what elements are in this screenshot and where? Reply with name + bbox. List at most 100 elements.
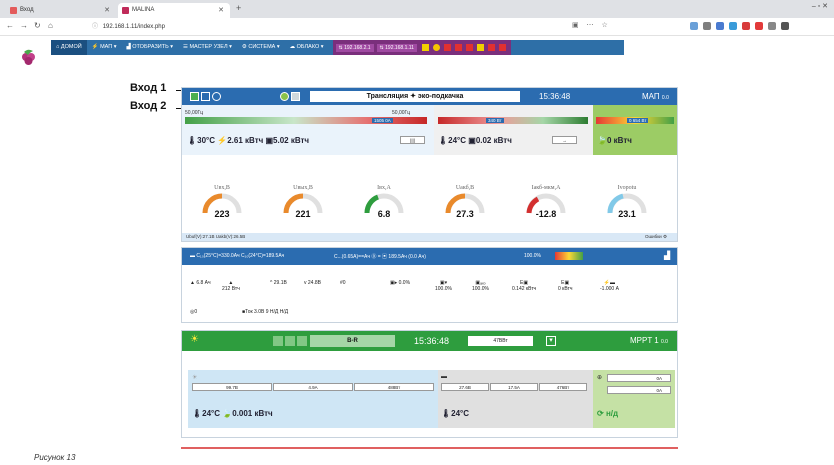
- mppt-mid-panel: [438, 370, 593, 428]
- forward-icon[interactable]: →: [20, 21, 28, 30]
- menu-master-node[interactable]: ☰ МАСТЕР УЗЕЛ ▾: [178, 40, 237, 55]
- status-sun-icon: [432, 44, 440, 51]
- device-label: МАП: [642, 92, 660, 101]
- value: 0.142 кВтч: [512, 286, 537, 292]
- bat-in: E▣ 0.142 кВтч: [512, 280, 537, 292]
- extension-icon[interactable]: [690, 22, 698, 30]
- mppt-left-panel: [188, 370, 438, 428]
- gauge-value: -12.8: [535, 209, 557, 219]
- url-text: 192.168.1.11/index.php: [102, 24, 165, 30]
- menu-system[interactable]: ⚙ СИСТЕМА ▾: [237, 40, 285, 55]
- home-icon[interactable]: ⌂: [48, 21, 53, 30]
- reload-icon[interactable]: ↻: [34, 21, 41, 30]
- errors-label[interactable]: Ошибки ⚙: [645, 233, 667, 241]
- ip-button-2[interactable]: ⇅ 192.168.1.11: [376, 43, 417, 52]
- gauge-iakb: Iакб-мкм,А -12.8: [524, 185, 568, 225]
- map-device: МАП 0.0: [642, 92, 669, 101]
- extension-icon[interactable]: [729, 22, 737, 30]
- ip-label: 192.168.1.11: [385, 44, 414, 51]
- green-panel: [593, 105, 677, 155]
- extension-icon[interactable]: [716, 22, 724, 30]
- device-sub: 0.0: [661, 95, 669, 101]
- extension-icon[interactable]: [781, 22, 789, 30]
- extension-icon[interactable]: [768, 22, 776, 30]
- mppt-energy-left: 🌡24°С 🍃0.001 кВтч: [192, 409, 273, 418]
- main-menu: ⌂ ДОМОЙ ⚡ МАП ▾ ▟ ОТОБРАЗИТЬ ▾ ☰ МАСТЕР …: [51, 40, 624, 55]
- ip-status-group: ⇅ 192.168.2.1 ⇅ 192.168.1.11: [332, 40, 511, 55]
- mppt-card-header: ☀ B-R 15:36:48 47ВВт ▾ MPPT 1 0.0: [182, 331, 677, 351]
- mppt-time: 15:36:48: [414, 336, 450, 346]
- extension-icon[interactable]: [703, 22, 711, 30]
- out-voltage: 27.6В: [441, 383, 489, 391]
- window-controls[interactable]: – ▫ ✕: [812, 2, 828, 10]
- gauge-value: 23.1: [618, 209, 636, 219]
- url-field[interactable]: ⓘ 192.168.1.11/index.php: [92, 21, 622, 33]
- pv-current: 4.9А: [273, 383, 353, 391]
- ip-label: 192.168.2.1: [344, 44, 371, 51]
- menu-display[interactable]: ▟ ОТОБРАЗИТЬ ▾: [122, 40, 178, 55]
- dropdown-icon[interactable]: ▾: [546, 336, 556, 346]
- status-red-icon: [454, 44, 462, 51]
- ip-button-1[interactable]: ⇅ 192.168.2.1: [335, 43, 374, 52]
- bat-wh: ▲ 212 Втч: [222, 280, 240, 292]
- new-tab-button[interactable]: +: [236, 3, 241, 13]
- errors-text: Ошибки: [645, 234, 662, 239]
- load-current-1: 0А: [607, 374, 671, 382]
- value: 6.8 Ач: [196, 280, 211, 286]
- input-2-icon[interactable]: [201, 92, 210, 101]
- menu-home-label: ДОМОЙ: [60, 44, 82, 50]
- energy-value: 5.02 кВтч: [273, 136, 310, 145]
- value: 212 Втч: [222, 286, 240, 292]
- gauge-value: 223: [214, 209, 230, 219]
- energy-row-left: 🌡30°С ⚡2.61 кВтч ▣5.02 кВтч: [187, 136, 310, 145]
- bat-umin: v 24.8В: [304, 280, 321, 286]
- settings-icon[interactable]: [212, 92, 221, 101]
- bat-soc: ▣ₐₓₒ 100.0%: [472, 280, 489, 292]
- divider: [181, 447, 678, 449]
- browser-tab-bar: Вход ✕ MALINA ✕ + – ▫ ✕: [0, 0, 834, 18]
- extension-icon[interactable]: [742, 22, 750, 30]
- bat-umax: ^ 29.1В: [270, 280, 287, 286]
- menu-home[interactable]: ⌂ ДОМОЙ: [51, 40, 87, 55]
- out-power: 476Вт: [539, 383, 587, 391]
- temp-value: 30°С: [197, 136, 216, 145]
- strip-text: Ubuf(V):27.1В Uakb(V):26.5В: [186, 234, 246, 239]
- mode-square[interactable]: [297, 336, 307, 346]
- mode-square[interactable]: [285, 336, 295, 346]
- input-1-icon[interactable]: [190, 92, 199, 101]
- menu-map[interactable]: ⚡ МАП ▾: [87, 40, 122, 55]
- battery-card: ▬ C₁₀(25°C)=330.0Ач C₁₀(24°C)=189.5Ач C.…: [181, 247, 678, 323]
- tab-title: Вход: [20, 7, 34, 13]
- energy-row-center: 🌡24°С ▣0.02 кВтч: [438, 136, 512, 145]
- energy-value: 0.02 кВтч: [475, 136, 512, 145]
- gauge-label: Uвых,В: [293, 185, 313, 191]
- app-header: ⌂ ДОМОЙ ⚡ МАП ▾ ▟ ОТОБРАЗИТЬ ▾ ☰ МАСТЕР …: [0, 36, 834, 65]
- temp-value: 24°С: [202, 409, 221, 418]
- mppt-device: MPPT 1 0.0: [630, 336, 668, 345]
- mini-indicator: →: [552, 136, 577, 144]
- pv-voltage: 99.7В: [192, 383, 272, 391]
- raspberry-logo-icon: [22, 49, 35, 65]
- back-icon[interactable]: ←: [6, 21, 14, 30]
- chart-icon[interactable]: ▟: [664, 251, 670, 260]
- page-actions-icons[interactable]: ▣ ⋯ ☆: [572, 21, 611, 29]
- sun-icon: ☀: [190, 334, 199, 345]
- close-tab-icon[interactable]: ✕: [104, 3, 110, 18]
- browser-tab-malina[interactable]: MALINA ✕: [118, 3, 230, 18]
- menu-label: ОТОБРАЗИТЬ ▾: [132, 44, 173, 50]
- mppt-field[interactable]: 47ВВт: [468, 336, 533, 346]
- gauge-uin: Uвх,В 223: [200, 185, 244, 225]
- bar1-right-label: 50,00Гц: [392, 110, 411, 116]
- mode-square[interactable]: [273, 336, 283, 346]
- gauge-value: 221: [295, 209, 311, 219]
- extension-icon[interactable]: [755, 22, 763, 30]
- browser-tab-login[interactable]: Вход ✕: [6, 3, 116, 18]
- tab-favicon-icon: [122, 7, 129, 14]
- value: 0 кВтч: [558, 286, 573, 292]
- close-tab-icon[interactable]: ✕: [218, 3, 224, 18]
- status-red-icon: [443, 44, 451, 51]
- gauge-value: 6.8: [377, 209, 391, 219]
- annotation-input-1: Вход 1: [130, 82, 167, 94]
- menu-cloud[interactable]: ☁ ОБЛАКО ▾: [285, 40, 329, 55]
- battery-capacity: ▬ C₁₀(25°C)=330.0Ач C₁₀(24°C)=189.5Ач: [190, 253, 285, 259]
